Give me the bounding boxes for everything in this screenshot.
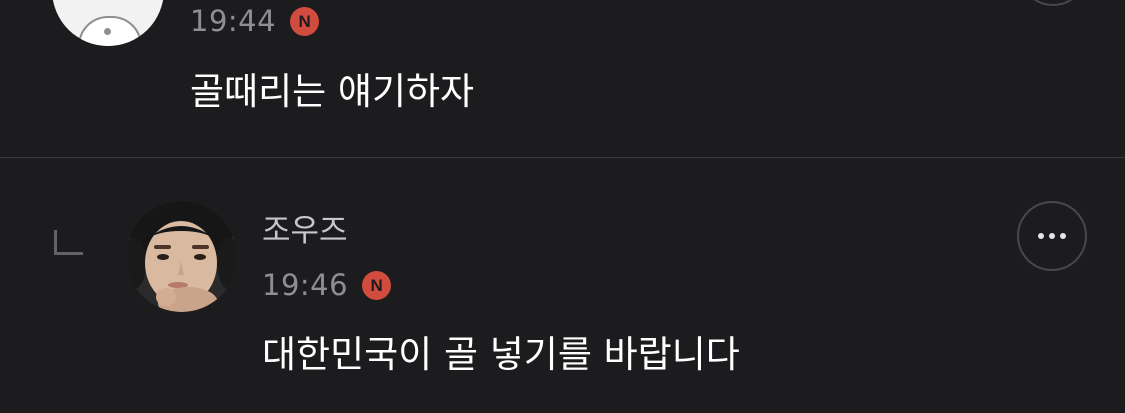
reply-indent-icon [54, 230, 83, 255]
more-dot [1049, 233, 1055, 239]
comment-meta: 19:46 N [262, 268, 392, 302]
more-options-button[interactable] [1019, 0, 1087, 6]
comment-text: 대한민국이 골 넣기를 바랍니다 [262, 333, 740, 376]
new-badge-icon: N [362, 271, 392, 300]
new-badge-icon: N [290, 7, 320, 36]
comment-time: 19:44 [190, 4, 277, 38]
more-dot [1038, 233, 1044, 239]
avatar-button-shape [104, 28, 111, 35]
comment-time: 19:46 [262, 268, 349, 302]
more-options-button[interactable] [1017, 201, 1087, 271]
comment-text: 골때리는 얘기하자 [190, 70, 475, 113]
more-dot [1060, 233, 1066, 239]
avatar-default[interactable] [52, 0, 164, 46]
avatar-photo-icon [126, 201, 237, 312]
comment-meta: 19:44 N [190, 4, 320, 38]
comment-author[interactable]: 조우즈 [262, 216, 348, 247]
avatar[interactable] [126, 201, 237, 312]
comment-divider [0, 157, 1125, 158]
